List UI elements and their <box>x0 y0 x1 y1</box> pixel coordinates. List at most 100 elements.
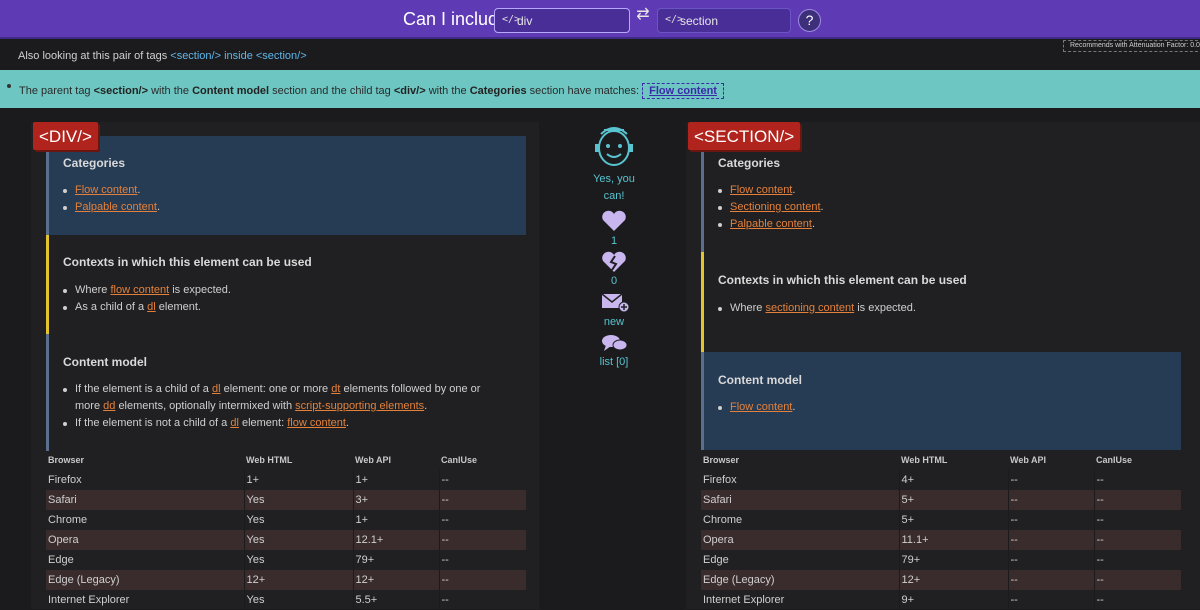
table-cell: 5+ <box>898 490 1008 510</box>
match-parent-tag: <section/> <box>93 85 149 97</box>
list-item: Flow content. <box>718 182 824 199</box>
dislikes-count: 0 <box>610 275 618 287</box>
list-item: Sectioning content. <box>718 199 824 216</box>
also-pair-link[interactable]: <section/> inside <section/> <box>170 50 306 62</box>
child-tag-title: <SECTION/> <box>688 122 801 150</box>
flow-content-link[interactable]: Flow content <box>730 401 792 413</box>
browser-support-table: Browser Web HTML Web API CanIUse Firefox… <box>701 450 1181 610</box>
flow-content-link[interactable]: flow content <box>287 417 346 429</box>
attenuation-label: Recommends with Attenuation Factor: 0.0 <box>1063 40 1200 52</box>
table-cell: Firefox <box>703 474 737 486</box>
table-cell: Opera <box>46 530 244 550</box>
new-mail-icon[interactable] <box>584 291 644 313</box>
list-item: Flow content. <box>62 182 160 199</box>
comments-icon[interactable] <box>584 332 644 354</box>
match-child-section: Categories <box>469 85 527 97</box>
table-cell: Yes <box>243 530 353 550</box>
category-link[interactable]: Palpable content <box>730 218 812 230</box>
match-t4: with the <box>428 85 467 97</box>
content-model-section: Content model Flow content. <box>701 352 1181 450</box>
table-cell: Edge <box>48 554 74 566</box>
match-child-tag: <div/> <box>393 85 426 97</box>
broken-heart-icon[interactable] <box>584 250 644 274</box>
table-cell: Firefox <box>48 474 82 486</box>
table-cell: 11.1+ <box>898 530 1008 550</box>
help-button[interactable]: ? <box>798 9 821 32</box>
table-cell: -- <box>438 490 526 510</box>
table-cell: Yes <box>243 490 353 510</box>
list-item: If the element is not a child of a dl el… <box>63 415 515 432</box>
table-row: Chrome 5+ -- -- <box>701 510 1181 530</box>
list-item: Flow content. <box>717 399 795 416</box>
match-bar: The parent tag <section/> with the Conte… <box>0 70 1200 108</box>
dl-link[interactable]: dl <box>212 383 221 395</box>
dt-link[interactable]: dt <box>331 383 340 395</box>
table-row: Opera 11.1+ -- -- <box>701 530 1181 550</box>
browser-support-table: Browser Web HTML Web API CanIUse Firefox… <box>46 450 526 610</box>
table-cell: 1+ <box>352 510 439 530</box>
match-t1: The parent tag <box>19 85 91 97</box>
table-row: Safari Yes 3+ -- <box>46 490 526 510</box>
section-title: Categories <box>718 156 781 170</box>
dd-link[interactable]: dd <box>103 400 115 412</box>
table-cell: -- <box>1093 510 1181 530</box>
table-cell: -- <box>438 550 526 570</box>
table-cell: 4+ <box>898 470 1008 490</box>
table-cell: Edge <box>703 554 729 566</box>
category-link[interactable]: Sectioning content <box>730 201 821 213</box>
table-cell: 5.5+ <box>352 590 439 610</box>
table-cell: 12+ <box>352 570 439 590</box>
categories-section: Categories Flow content. Palpable conten… <box>46 136 526 235</box>
col-header: Web HTML <box>246 455 293 465</box>
match-text: The parent tag <section/> with the Conte… <box>19 83 724 99</box>
table-row: Firefox 4+ -- -- <box>701 470 1181 490</box>
script-supporting-link[interactable]: script-supporting elements <box>295 400 424 412</box>
table-cell: Chrome <box>703 514 743 526</box>
list-item: Where sectioning content is expected. <box>718 300 916 317</box>
swap-icon[interactable]: ⇄ <box>633 7 653 31</box>
table-cell: 12+ <box>898 570 1008 590</box>
table-cell: Internet Explorer <box>48 594 130 606</box>
parent-element-panel: Categories Flow content. Palpable conten… <box>31 122 539 610</box>
table-cell: Yes <box>243 510 353 530</box>
table-row: Firefox 1+ 1+ -- <box>46 470 526 490</box>
col-header: Browser <box>703 455 740 465</box>
context-link[interactable]: sectioning content <box>765 302 854 314</box>
table-cell: Internet Explorer <box>703 594 785 606</box>
parent-tag-input[interactable]: </> div <box>494 8 630 33</box>
heart-icon[interactable] <box>584 209 644 233</box>
table-cell: -- <box>1007 510 1094 530</box>
dl-link[interactable]: dl <box>230 417 239 429</box>
table-cell: -- <box>438 530 526 550</box>
table-row: Edge 79+ -- -- <box>701 550 1181 570</box>
section-title: Categories <box>63 156 126 170</box>
table-cell: -- <box>438 590 526 610</box>
new-label[interactable]: new <box>584 316 644 328</box>
contexts-section: Contexts in which this element can be us… <box>701 252 1181 352</box>
table-cell: -- <box>438 510 526 530</box>
also-looking-line: Also looking at this pair of tags <secti… <box>18 50 307 62</box>
table-row: Opera Yes 12.1+ -- <box>46 530 526 550</box>
context-link[interactable]: flow content <box>110 284 169 296</box>
table-cell: 3+ <box>352 490 439 510</box>
top-bar: Can I include </> div ⇄ </> section ? <box>0 0 1200 39</box>
context-link[interactable]: dl <box>147 301 156 313</box>
table-cell: Chrome <box>48 514 88 526</box>
content-model-section: Content model If the element is a child … <box>46 334 526 451</box>
col-header: CanIUse <box>441 455 478 465</box>
table-cell: -- <box>1093 570 1181 590</box>
content-model-list: Flow content. <box>717 399 795 416</box>
bullet <box>7 84 11 88</box>
category-link[interactable]: Palpable content <box>75 201 157 213</box>
table-cell: 12.1+ <box>352 530 439 550</box>
match-flow-content-link[interactable]: Flow content <box>642 83 724 99</box>
content-model-list: If the element is a child of a dl elemen… <box>63 381 515 432</box>
list-item: Palpable content. <box>62 199 160 216</box>
category-link[interactable]: Flow content <box>730 184 792 196</box>
category-link[interactable]: Flow content <box>75 184 137 196</box>
list-label[interactable]: list [0] <box>584 356 644 368</box>
code-icon: </> <box>665 14 684 25</box>
table-cell: Edge (Legacy) <box>46 570 244 590</box>
table-cell: -- <box>1007 570 1094 590</box>
child-tag-input[interactable]: </> section <box>657 8 791 33</box>
